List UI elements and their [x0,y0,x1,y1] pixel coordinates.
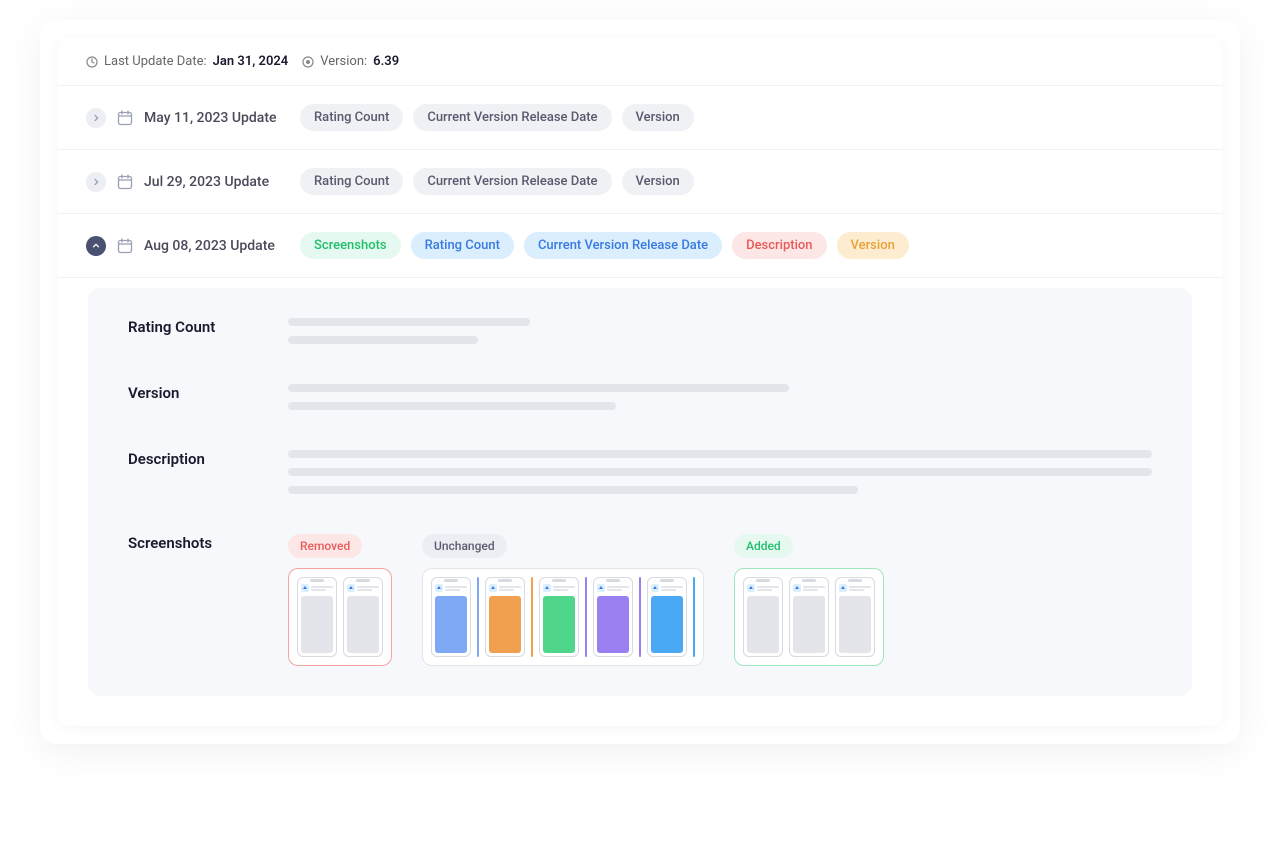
tags-list: Screenshots Rating Count Current Version R… [300,232,909,259]
phone-screenshot [835,577,875,657]
screenshot-group-added: Added [734,534,884,666]
phone-screenshot [343,577,383,657]
tag-orange: Version [837,232,909,259]
update-row: Aug 08, 2023 Update Screenshots Rating Cou… [58,214,1222,278]
tags-list: Rating Count Current Version Release Date… [300,168,694,195]
screenshots-box [422,568,704,666]
target-icon [302,56,314,68]
group-label: Unchanged [422,534,507,558]
phone-screenshot [431,577,471,657]
phone-screenshot [789,577,829,657]
update-title: Jul 29, 2023 Update [144,174,269,190]
screenshots-box [288,568,392,666]
update-detail-panel: Rating Count Version Description Screenshot… [88,288,1192,696]
screenshots-box [734,568,884,666]
section-content [288,384,1152,410]
tag-red: Description [732,232,826,259]
tag-gray: Rating Count [300,104,403,131]
calendar-icon [116,109,134,127]
screenshot-group-removed: Removed [288,534,392,666]
group-label: Added [734,534,793,558]
update-row: May 11, 2023 Update Rating Count Current V… [58,86,1222,150]
phone-screenshot [485,577,525,657]
section-label: Rating Count [128,318,258,344]
update-row: Jul 29, 2023 Update Rating Count Current V… [58,150,1222,214]
rating-count-section: Rating Count [128,318,1152,344]
version-value: 6.39 [373,54,399,69]
version-label: Version: [320,54,367,69]
last-update-meta: Last Update Date: Jan 31, 2024 [86,54,288,69]
section-label: Description [128,450,258,494]
section-content [288,450,1152,494]
screenshots-section: Screenshots Removed Unchanged Added [128,534,1152,666]
phone-screenshot [647,577,687,657]
tag-gray: Version [622,168,694,195]
version-section: Version [128,384,1152,410]
section-label: Screenshots [128,534,258,666]
clock-icon [86,56,98,68]
section-content: Removed Unchanged Added [288,534,1152,666]
inner-card: Last Update Date: Jan 31, 2024 Version: … [58,38,1222,726]
update-title: Aug 08, 2023 Update [144,238,275,254]
expand-toggle[interactable] [86,108,106,128]
tag-gray: Rating Count [300,168,403,195]
section-label: Version [128,384,258,410]
tag-blue: Rating Count [411,232,514,259]
phone-screenshot [593,577,633,657]
calendar-icon [116,237,134,255]
header-bar: Last Update Date: Jan 31, 2024 Version: … [58,38,1222,86]
phone-screenshot [539,577,579,657]
phone-screenshot [297,577,337,657]
version-meta: Version: 6.39 [302,54,399,69]
last-update-label: Last Update Date: [104,54,207,69]
tag-green: Screenshots [300,232,401,259]
phone-screenshot [743,577,783,657]
tag-gray: Current Version Release Date [413,104,611,131]
tag-gray: Current Version Release Date [413,168,611,195]
tags-list: Rating Count Current Version Release Date… [300,104,694,131]
section-content [288,318,1152,344]
expand-toggle[interactable] [86,236,106,256]
update-title: May 11, 2023 Update [144,110,276,126]
screenshot-group-unchanged: Unchanged [422,534,704,666]
tag-gray: Version [622,104,694,131]
tag-blue: Current Version Release Date [524,232,722,259]
description-section: Description [128,450,1152,494]
calendar-icon [116,173,134,191]
group-label: Removed [288,534,362,558]
outer-card: Last Update Date: Jan 31, 2024 Version: … [40,20,1240,744]
last-update-value: Jan 31, 2024 [213,54,289,69]
expand-toggle[interactable] [86,172,106,192]
